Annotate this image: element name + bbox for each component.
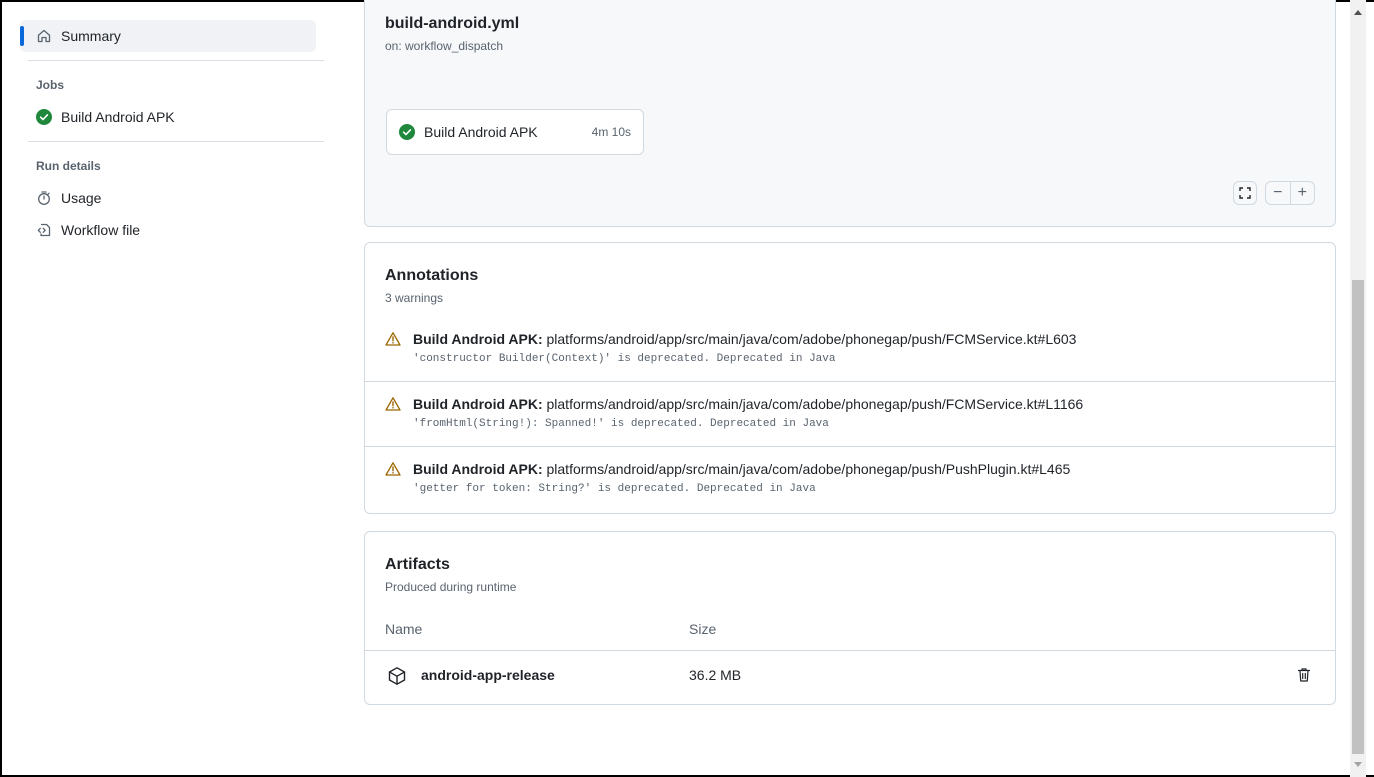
scroll-down-arrow-icon[interactable] <box>1354 762 1362 767</box>
check-circle-icon <box>399 124 415 140</box>
sidebar-divider <box>28 60 324 61</box>
annotation-location: Build Android APK: platforms/android/app… <box>413 461 1070 477</box>
annotation-item[interactable]: Build Android APK: platforms/android/app… <box>365 446 1335 510</box>
scroll-up-arrow-icon[interactable] <box>1354 10 1362 15</box>
annotation-path[interactable]: platforms/android/app/src/main/java/com/… <box>547 331 1077 347</box>
alert-icon <box>385 331 401 347</box>
annotation-item[interactable]: Build Android APK: platforms/android/app… <box>365 317 1335 381</box>
sidebar-item-summary[interactable]: Summary <box>20 20 316 52</box>
check-circle-icon <box>36 109 52 125</box>
sidebar-divider <box>28 141 324 142</box>
job-name: Build Android APK <box>424 124 538 140</box>
artifacts-title: Artifacts <box>385 556 450 573</box>
file-code-icon <box>36 222 52 238</box>
run-sidebar: Summary Jobs Build Android APK Run detai… <box>20 20 324 246</box>
package-icon <box>387 666 407 686</box>
annotations-title: Annotations <box>385 267 479 284</box>
sidebar-item-label: Build Android APK <box>61 109 175 125</box>
fullscreen-button[interactable] <box>1233 181 1257 205</box>
sidebar-item-job[interactable]: Build Android APK <box>20 101 324 133</box>
annotation-message: 'getter for token: String?' is deprecate… <box>413 483 816 495</box>
alert-icon <box>385 461 401 477</box>
scroll-thumb[interactable] <box>1352 280 1364 754</box>
annotation-path[interactable]: platforms/android/app/src/main/java/com/… <box>547 396 1084 412</box>
artifacts-card: Artifacts Produced during runtime Name S… <box>364 531 1336 705</box>
workflow-trigger: on: workflow_dispatch <box>385 39 504 53</box>
sidebar-item-label: Usage <box>61 190 102 206</box>
sidebar-item-label: Workflow file <box>61 222 141 238</box>
jobs-heading: Jobs <box>36 78 65 92</box>
artifact-row[interactable]: android-app-release 36.2 MB <box>365 650 1335 700</box>
artifacts-subtitle: Produced during runtime <box>385 580 517 594</box>
annotation-message: 'constructor Builder(Context)' is deprec… <box>413 353 836 365</box>
fullscreen-icon <box>1238 186 1252 200</box>
sidebar-item-workflow-file[interactable]: Workflow file <box>20 214 324 246</box>
annotation-job: Build Android APK: <box>413 461 543 477</box>
annotation-job: Build Android APK: <box>413 396 543 412</box>
annotation-location: Build Android APK: platforms/android/app… <box>413 331 1076 347</box>
annotations-card: Annotations 3 warnings Build Android APK… <box>364 242 1336 514</box>
annotation-job: Build Android APK: <box>413 331 543 347</box>
job-duration: 4m 10s <box>591 125 631 139</box>
annotation-item[interactable]: Build Android APK: platforms/android/app… <box>365 381 1335 445</box>
artifacts-column-name: Name <box>385 621 423 637</box>
trash-icon[interactable] <box>1297 667 1311 683</box>
zoom-controls: − + <box>1265 181 1315 205</box>
sidebar-item-usage[interactable]: Usage <box>20 182 324 214</box>
annotation-message: 'fromHtml(String!): Spanned!' is depreca… <box>413 418 829 430</box>
scrollbar[interactable] <box>1350 0 1366 777</box>
annotation-location: Build Android APK: platforms/android/app… <box>413 396 1083 412</box>
sidebar-item-label: Summary <box>61 28 121 44</box>
zoom-out-button[interactable]: − <box>1266 182 1291 204</box>
artifact-size: 36.2 MB <box>689 667 742 683</box>
zoom-in-button[interactable]: + <box>1291 182 1315 204</box>
workflow-title: build-android.yml <box>385 15 520 32</box>
annotation-path[interactable]: platforms/android/app/src/main/java/com/… <box>547 461 1071 477</box>
run-details-heading: Run details <box>36 159 101 173</box>
artifacts-column-size: Size <box>689 621 717 637</box>
job-card[interactable]: Build Android APK 4m 10s <box>386 109 644 155</box>
workflow-graph: build-android.yml on: workflow_dispatch … <box>364 0 1336 227</box>
home-icon <box>36 28 52 44</box>
artifact-name[interactable]: android-app-release <box>421 667 555 683</box>
annotations-subtitle: 3 warnings <box>385 291 444 305</box>
stopwatch-icon <box>36 190 52 206</box>
alert-icon <box>385 396 401 412</box>
